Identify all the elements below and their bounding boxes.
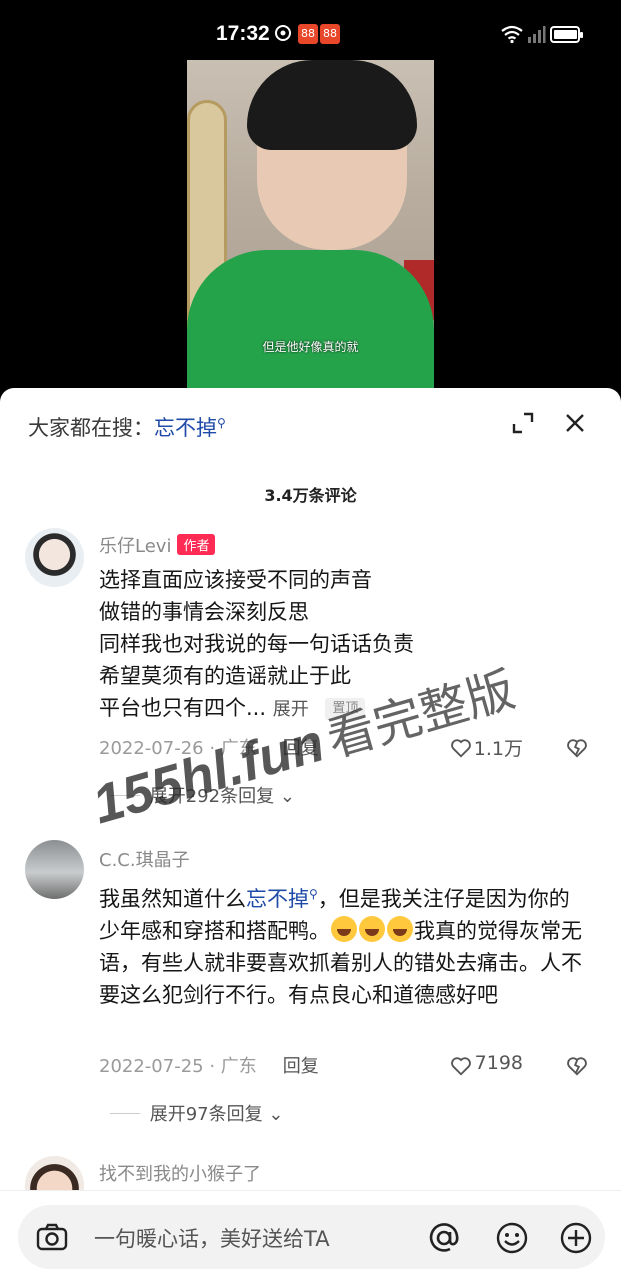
comment-body: 选择直面应该接受不同的声音 做错的事情会深刻反思 同样我也对我说的每一句话话负责… — [99, 564, 589, 726]
search-icon: ⚲ — [217, 416, 226, 430]
comments-sheet: 大家都在搜：忘不掉⚲ 3.4万条评论 乐仔Levi 作者 选择直面应该接受不同的声… — [0, 388, 621, 1280]
comment-line: 做错的事情会深刻反思 — [99, 600, 309, 624]
person-shirt — [187, 250, 434, 390]
close-icon[interactable] — [562, 410, 588, 436]
expand-replies-button[interactable]: 展开97条回复 ⌄ — [110, 1100, 284, 1126]
comment-count: 3.4万条评论 — [264, 486, 357, 505]
camera-icon[interactable] — [34, 1219, 70, 1255]
app-notification-icon: 88 — [298, 24, 318, 44]
dislike-icon[interactable] — [566, 1055, 588, 1077]
comment-date: 2022-07-25 — [99, 1056, 204, 1077]
search-term-link[interactable]: 忘不掉 — [154, 416, 217, 440]
comment-placeholder: 一句暖心话，美好送给TA — [94, 1227, 330, 1251]
wifi-icon — [501, 25, 523, 44]
status-bar: 17:32 88 88 — [0, 0, 621, 60]
like-icon[interactable] — [450, 737, 472, 759]
pinned-badge: 置顶 — [325, 698, 366, 720]
battery-icon — [550, 26, 583, 43]
comment-body: 我虽然知道什么忘不掉⚲，但是我关注仔是因为你的少年感和穿搭和搭配鸭。 我真的觉得灰… — [99, 878, 589, 1011]
expand-text-link[interactable]: 展开 — [273, 699, 309, 720]
mention-icon[interactable] — [426, 1220, 462, 1256]
dislike-icon[interactable] — [566, 737, 588, 759]
search-icon: ⚲ — [309, 887, 318, 901]
search-suggestion[interactable]: 大家都在搜：忘不掉⚲ — [28, 412, 226, 442]
comment-meta: 2022-07-26 · 广东 回复 — [99, 738, 319, 759]
like-count: 1.1万 — [473, 738, 523, 760]
like-count: 7198 — [474, 1052, 523, 1074]
reply-button[interactable]: 回复 — [283, 1056, 319, 1077]
comment-line: 同样我也对我说的每一句话话负责 — [99, 632, 414, 656]
expand-icon[interactable] — [510, 410, 536, 436]
video-player[interactable]: 但是他好像真的就 — [0, 60, 621, 390]
comment-text: 我虽然知道什么 — [99, 887, 246, 911]
reply-button[interactable]: 回复 — [283, 738, 319, 759]
video-subtitle: 但是他好像真的就 — [262, 340, 359, 354]
signal-icon — [528, 26, 546, 43]
like-icon[interactable] — [450, 1055, 472, 1077]
chevron-down-icon: ⌄ — [279, 786, 295, 807]
avatar[interactable] — [25, 840, 84, 899]
expand-replies-label: 展开292条回复 — [149, 786, 275, 807]
author-badge: 作者 — [177, 534, 216, 555]
comment-username[interactable]: 找不到我的小猴子了 — [99, 1160, 261, 1186]
username-text: 乐仔Levi — [99, 536, 172, 557]
comment-location: 广东 — [220, 1056, 257, 1077]
comment-location: 广东 — [220, 738, 257, 759]
avatar[interactable] — [25, 528, 84, 587]
hotspot-icon — [275, 25, 291, 41]
comment-date: 2022-07-26 — [99, 738, 204, 759]
add-icon[interactable] — [558, 1220, 594, 1256]
emoji-icon[interactable] — [494, 1220, 530, 1256]
comment-input[interactable]: 一句暖心话，美好送给TA — [18, 1205, 605, 1269]
laughing-tears-emoji-icon — [359, 916, 385, 942]
laughing-tears-emoji-icon — [387, 916, 413, 942]
expand-replies-button[interactable]: 展开292条回复 ⌄ — [110, 782, 295, 808]
status-time: 17:32 — [216, 22, 270, 45]
search-prefix: 大家都在搜： — [28, 416, 154, 440]
comment-meta: 2022-07-25 · 广东 回复 — [99, 1056, 319, 1077]
comment-line: 平台也只有四个... — [99, 696, 267, 720]
comment-line: 选择直面应该接受不同的声音 — [99, 568, 372, 592]
app-notification-icon: 88 — [320, 24, 340, 44]
comment-username[interactable]: C.C.琪晶子 — [99, 846, 190, 872]
person-hair — [247, 60, 417, 150]
search-term-link[interactable]: 忘不掉 — [246, 887, 309, 911]
expand-replies-label: 展开97条回复 — [149, 1104, 263, 1125]
comment-input-bar: 一句暖心话，美好送给TA — [0, 1190, 621, 1280]
chevron-down-icon: ⌄ — [268, 1104, 284, 1125]
comment-line: 希望莫须有的造谣就止于此 — [99, 664, 351, 688]
comment-username[interactable]: 乐仔Levi 作者 — [99, 532, 216, 558]
laughing-tears-emoji-icon — [331, 916, 357, 942]
